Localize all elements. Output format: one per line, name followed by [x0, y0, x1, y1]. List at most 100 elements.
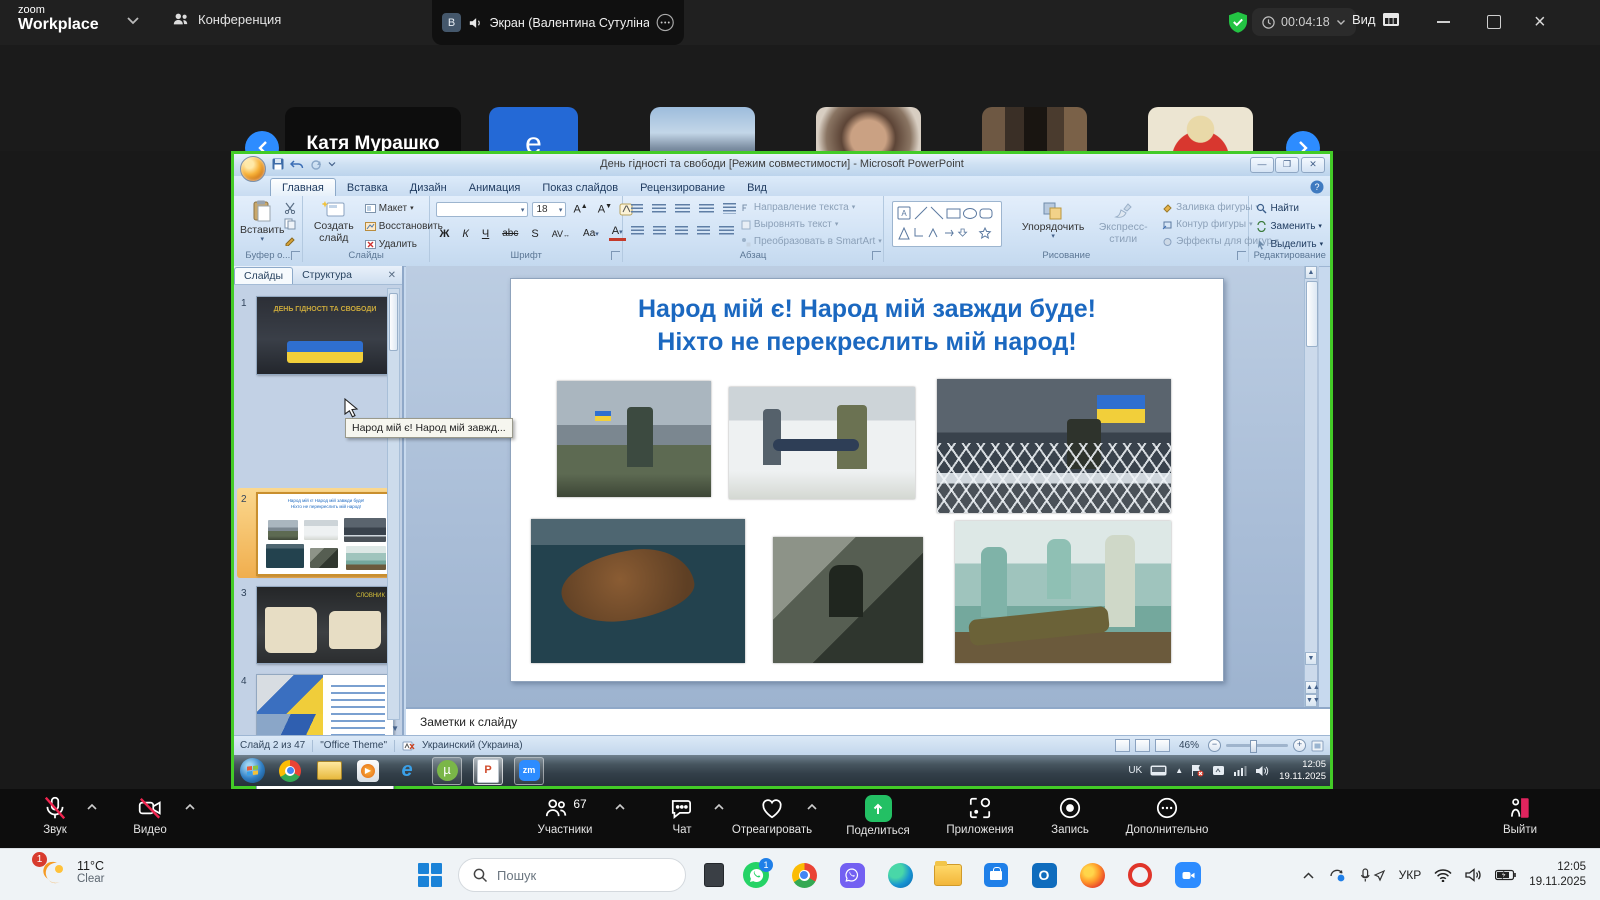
win7-media-player-icon[interactable]: ▶ — [354, 758, 382, 784]
replace-button[interactable]: Заменить▾ — [1256, 220, 1323, 233]
win7-chrome-icon[interactable] — [276, 758, 304, 784]
columns-button[interactable] — [719, 226, 734, 238]
shrink-font-button[interactable]: A▼ — [595, 203, 615, 216]
ppt-tab-insert[interactable]: Вставка — [336, 179, 399, 196]
win7-zoom-icon[interactable]: zm — [514, 757, 544, 785]
cut-icon[interactable] — [284, 202, 296, 214]
taskbar-clock[interactable]: 12:05 19.11.2025 — [1529, 860, 1586, 890]
panel-tab-slides[interactable]: Слайды — [234, 267, 293, 284]
taskbar-chrome-icon[interactable] — [790, 861, 818, 889]
video-options-chevron-icon[interactable] — [184, 803, 196, 811]
decrease-indent-button[interactable] — [675, 204, 690, 216]
win7-action-center-icon[interactable] — [1191, 764, 1204, 777]
spellcheck-icon[interactable] — [402, 740, 415, 752]
tab-screen-share[interactable]: В Экран (Валентина Сутуліна) — [432, 0, 684, 45]
current-slide[interactable]: Народ мій є! Народ мій завжди буде! Ніхт… — [510, 278, 1224, 682]
win7-updates-icon[interactable] — [1212, 764, 1225, 777]
font-size-combo[interactable]: 18▾ — [532, 202, 566, 217]
increase-indent-button[interactable] — [699, 204, 714, 216]
ppt-close-button[interactable]: ✕ — [1301, 157, 1325, 173]
slide-thumbnail-2-selected[interactable]: Народ мій є! Народ мій завжди буде! Ніхт… — [256, 492, 396, 576]
scroll-up-icon[interactable]: ▲ — [1305, 266, 1317, 279]
slide-thumbnail-1[interactable]: ДЕНЬ ГІДНОСТІ ТА СВОБОДИ — [256, 296, 394, 375]
volume-icon[interactable] — [1465, 868, 1482, 882]
notes-pane[interactable]: Заметки к слайду — [406, 707, 1330, 735]
wifi-icon[interactable] — [1434, 869, 1452, 882]
font-name-combo[interactable]: ▾ — [436, 202, 528, 217]
align-right-button[interactable] — [675, 226, 688, 238]
taskbar-viber-icon[interactable] — [838, 861, 866, 889]
ppt-restore-button[interactable]: ❐ — [1275, 157, 1299, 173]
office-button[interactable] — [240, 156, 266, 182]
italic-button[interactable]: К — [459, 228, 471, 240]
taskbar-outlook-icon[interactable]: O — [1030, 861, 1058, 889]
find-button[interactable]: Найти — [1256, 202, 1323, 215]
arrange-button[interactable]: Упорядочить ▾ — [1020, 201, 1086, 241]
win7-keyboard-icon[interactable] — [1150, 765, 1167, 776]
grow-font-button[interactable]: A▲ — [570, 203, 590, 216]
taskbar-search[interactable]: Пошук — [458, 858, 686, 892]
onedrive-sync-icon[interactable] — [1328, 867, 1347, 883]
win7-tray-expand-icon[interactable]: ▲ — [1175, 766, 1183, 775]
scroll-down-icon[interactable]: ▼ — [1305, 652, 1317, 665]
panel-scrollbar-thumb[interactable] — [389, 293, 398, 351]
zoom-slider-thumb[interactable] — [1250, 740, 1257, 753]
new-slide-button[interactable]: Создать слайд — [308, 200, 360, 244]
window-minimize-button[interactable] — [1437, 21, 1450, 23]
win7-internet-explorer-icon[interactable]: e — [393, 758, 421, 784]
paragraph-dialog-launcher[interactable] — [872, 251, 881, 260]
ppt-tab-slideshow[interactable]: Показ слайдов — [531, 179, 629, 196]
change-case-button[interactable]: Aa▾ — [580, 228, 602, 239]
more-button[interactable]: Дополнительно — [1112, 795, 1222, 836]
zoom-in-button[interactable]: + — [1293, 739, 1306, 752]
view-button[interactable]: Вид — [1352, 12, 1399, 27]
panel-close-button[interactable]: ✕ — [388, 270, 402, 281]
taskbar-store-icon[interactable] — [982, 861, 1010, 889]
workspace-chevron-down-icon[interactable] — [126, 16, 140, 26]
ppt-minimize-button[interactable]: — — [1250, 157, 1274, 173]
participants-chevron-icon[interactable] — [614, 803, 626, 811]
taskbar-snipping-tool-icon[interactable] — [700, 861, 728, 889]
start-button[interactable] — [418, 863, 442, 887]
slideshow-view-button[interactable] — [1155, 739, 1170, 752]
win7-volume-icon[interactable] — [1255, 765, 1269, 777]
win7-powerpoint-icon-active[interactable]: P — [473, 757, 503, 785]
slide-scrollbar-thumb[interactable] — [1306, 281, 1318, 347]
justify-button[interactable] — [697, 226, 710, 238]
clipboard-dialog-launcher[interactable] — [291, 251, 300, 260]
taskbar-opera-icon[interactable] — [1126, 861, 1154, 889]
ppt-tab-view[interactable]: Вид — [736, 179, 778, 196]
win7-explorer-icon[interactable] — [315, 758, 343, 784]
window-close-button[interactable]: × — [1534, 8, 1546, 36]
ppt-tab-home[interactable]: Главная — [270, 178, 336, 196]
align-text-button[interactable]: Выровнять текст▾ — [741, 218, 882, 231]
ppt-tab-design[interactable]: Дизайн — [399, 179, 458, 196]
win7-clock[interactable]: 12:05 19.11.2025 — [1279, 759, 1326, 783]
bold-button[interactable]: Ж — [436, 228, 452, 240]
taskbar-explorer-icon[interactable] — [934, 861, 962, 889]
window-maximize-button[interactable] — [1487, 15, 1501, 29]
tab-meeting[interactable]: Конференция — [172, 11, 281, 27]
win7-utorrent-icon[interactable]: µ — [432, 757, 462, 785]
quick-styles-button[interactable]: Экспресс-стили — [1088, 201, 1158, 245]
fit-to-window-icon[interactable] — [1311, 740, 1324, 752]
font-dialog-launcher[interactable] — [611, 251, 620, 260]
shapes-scroll[interactable] — [1006, 200, 1010, 246]
win7-start-button[interactable] — [240, 758, 265, 783]
language-indicator[interactable]: УКР — [1399, 868, 1422, 882]
mic-location-privacy-icon[interactable] — [1360, 868, 1386, 883]
text-direction-button[interactable]: Направление текста▾ — [741, 201, 882, 214]
record-button[interactable]: Запись — [1015, 795, 1125, 836]
ppt-tab-review[interactable]: Рецензирование — [629, 179, 736, 196]
align-left-button[interactable] — [631, 226, 644, 238]
normal-view-button[interactable] — [1115, 739, 1130, 752]
language-indicator[interactable]: Украинский (Украина) — [422, 740, 523, 751]
battery-icon[interactable] — [1495, 869, 1516, 881]
react-chevron-icon[interactable] — [806, 803, 818, 811]
bullets-button[interactable] — [631, 204, 643, 216]
line-spacing-button[interactable] — [723, 203, 736, 217]
panel-scroll-down-icon[interactable]: ▼ — [391, 724, 399, 733]
panel-tab-outline[interactable]: Структура — [293, 267, 361, 283]
numbering-button[interactable] — [652, 204, 666, 216]
audio-button[interactable]: Звук — [0, 795, 110, 836]
